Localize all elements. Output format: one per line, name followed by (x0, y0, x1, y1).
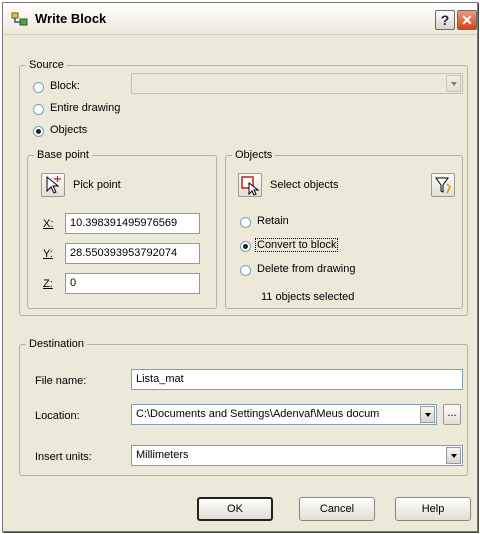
block-radio-label[interactable]: Block: (50, 80, 80, 92)
convert-to-block-radio[interactable] (240, 241, 251, 252)
location-value: C:\Documents and Settings\Adenvaf\Meus d… (136, 408, 380, 420)
cancel-button[interactable]: Cancel (299, 497, 375, 521)
browse-button[interactable]: ... (443, 404, 461, 425)
insert-units-value: Millimeters (136, 449, 189, 461)
pick-point-button[interactable] (41, 173, 65, 197)
y-label: Y: (43, 248, 53, 260)
delete-from-drawing-label[interactable]: Delete from drawing (257, 263, 355, 275)
ok-button[interactable]: OK (197, 497, 273, 521)
filter-icon (435, 177, 451, 194)
quick-select-button[interactable] (431, 173, 455, 197)
write-block-dialog: Write Block ? ✕ Source Block: Entire dra… (2, 2, 478, 532)
file-name-label: File name: (35, 375, 87, 387)
location-label: Location: (35, 410, 80, 422)
base-point-legend: Base point (37, 149, 89, 161)
pick-point-icon (46, 175, 61, 194)
dialog-title: Write Block (35, 11, 107, 26)
objects-legend: Objects (235, 149, 273, 161)
block-name-combo[interactable] (131, 73, 463, 94)
dropdown-arrow-icon[interactable] (446, 75, 461, 92)
objects-selected-count: 11 objects selected (261, 291, 355, 303)
help-button[interactable]: Help (395, 497, 471, 521)
y-field[interactable]: 28.550393953792074 (65, 243, 200, 264)
delete-from-drawing-radio[interactable] (240, 265, 251, 276)
close-button[interactable]: ✕ (457, 10, 477, 30)
file-name-field[interactable]: Lista_mat (131, 369, 463, 390)
convert-to-block-label[interactable]: Convert to block (255, 238, 339, 252)
insert-units-combo[interactable]: Millimeters (131, 445, 463, 466)
select-objects-label[interactable]: Select objects (270, 179, 338, 191)
dropdown-arrow-icon[interactable] (446, 447, 461, 464)
z-label: Z: (43, 278, 53, 290)
objects-radio-label[interactable]: Objects (50, 124, 87, 136)
entire-drawing-radio[interactable] (33, 104, 44, 115)
select-objects-icon (241, 176, 260, 196)
entire-drawing-label[interactable]: Entire drawing (50, 102, 120, 114)
x-label: X: (43, 218, 54, 230)
dropdown-arrow-icon[interactable] (420, 406, 435, 423)
z-field[interactable]: 0 (65, 273, 200, 294)
block-radio[interactable] (33, 82, 44, 93)
write-block-icon (11, 12, 28, 26)
help-title-button[interactable]: ? (435, 10, 455, 30)
select-objects-button[interactable] (238, 173, 262, 197)
title-bar: Write Block ? ✕ (3, 3, 477, 35)
source-legend: Source (29, 59, 64, 71)
x-field[interactable]: 10.398391495976569 (65, 213, 200, 234)
objects-radio[interactable] (33, 126, 44, 137)
retain-radio[interactable] (240, 217, 251, 228)
location-combo[interactable]: C:\Documents and Settings\Adenvaf\Meus d… (131, 404, 437, 425)
pick-point-label[interactable]: Pick point (73, 179, 121, 191)
destination-legend: Destination (29, 338, 85, 350)
insert-units-label: Insert units: (35, 451, 92, 463)
retain-label[interactable]: Retain (257, 215, 289, 227)
